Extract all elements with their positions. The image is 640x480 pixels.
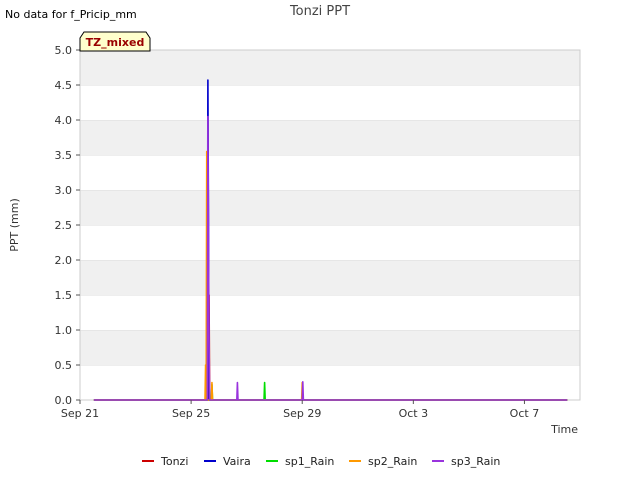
legend-item-sp1-rain: sp1_Rain: [266, 455, 334, 468]
legend-label: sp1_Rain: [285, 455, 334, 468]
y-tick-label: 2.0: [55, 254, 73, 267]
legend-item-vaira: Vaira: [204, 455, 251, 468]
y-tick-label: 4.0: [55, 114, 73, 127]
y-axis-ticks: 0.0 0.5 1.0 1.5 2.0 2.5 3.0 3.5 4.0 4.5 5.0: [55, 44, 80, 407]
ppt-chart: 0.0 0.5 1.0 1.5 2.0 2.5 3.0 3.5 4.0 4.5 5.0 Sep 21…: [5, 4, 581, 468]
plot-background-bands: [80, 49, 580, 400]
legend-item-sp3-rain: sp3_Rain: [432, 455, 500, 468]
y-tick-label: 1.5: [55, 289, 73, 302]
y-tick-label: 0.5: [55, 359, 73, 372]
grid-band: [80, 155, 580, 190]
x-tick-label: Oct 3: [399, 407, 429, 420]
legend: Tonzi Vaira sp1_Rain sp2_Rain sp3_Rain: [142, 455, 500, 468]
chart-title: Tonzi PPT: [289, 4, 350, 19]
tz-mixed-badge: TZ_mixed: [79, 31, 151, 52]
y-tick-label: 0.0: [55, 394, 73, 407]
grid-band: [80, 50, 580, 85]
grid-band: [80, 225, 580, 260]
legend-label: sp3_Rain: [451, 455, 500, 468]
x-tick-label: Sep 21: [61, 407, 99, 420]
grid-band: [80, 85, 580, 120]
grid-band: [80, 365, 580, 400]
y-axis-label: PPT (mm): [8, 198, 21, 252]
no-data-note: No data for f_Pricip_mm: [5, 8, 137, 21]
legend-item-sp2-rain: sp2_Rain: [349, 455, 417, 468]
x-tick-label: Sep 29: [283, 407, 321, 420]
y-tick-label: 1.0: [55, 324, 73, 337]
grid-band: [80, 260, 580, 295]
y-tick-label: 2.5: [55, 219, 73, 232]
x-tick-label: Oct 7: [510, 407, 540, 420]
grid-band: [80, 120, 580, 155]
x-tick-label: Sep 25: [172, 407, 210, 420]
y-tick-label: 4.5: [55, 79, 73, 92]
legend-item-tonzi: Tonzi: [142, 455, 188, 468]
legend-label: sp2_Rain: [368, 455, 417, 468]
y-tick-label: 5.0: [55, 44, 73, 57]
x-axis-label: Time: [550, 423, 578, 436]
y-tick-label: 3.5: [55, 149, 73, 162]
y-tick-label: 3.0: [55, 184, 73, 197]
legend-label: Vaira: [223, 455, 251, 468]
legend-label: Tonzi: [160, 455, 188, 468]
badge-label: TZ_mixed: [86, 36, 145, 49]
grid-band: [80, 190, 580, 225]
grid-band: [80, 330, 580, 365]
x-axis-ticks: Sep 21 Sep 25 Sep 29 Oct 3 Oct 7: [61, 400, 539, 420]
grid-band: [80, 295, 580, 330]
